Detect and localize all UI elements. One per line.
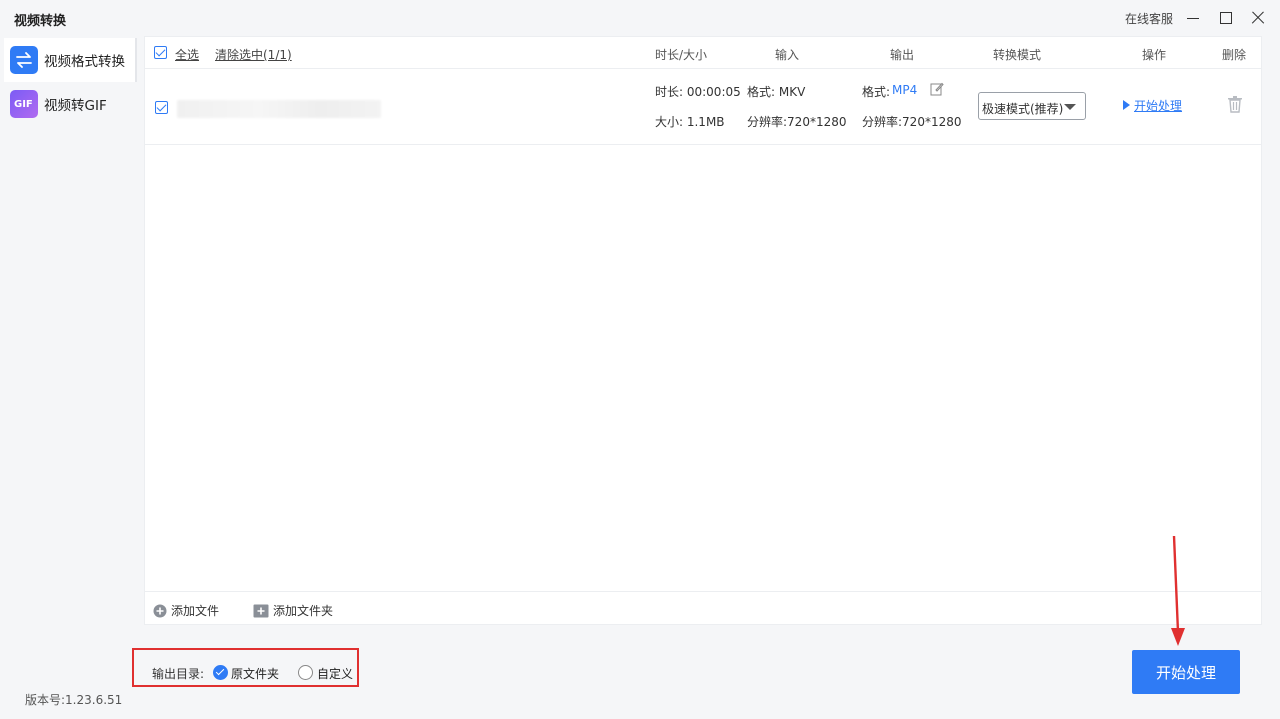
output-format-label: 格式: — [862, 85, 891, 99]
output-resolution: 分辨率:720*1280 — [862, 115, 962, 129]
chevron-down-icon — [1064, 104, 1076, 110]
table-header: 全选 清除选中(1/1) 时长/大小 输入 输出 转换模式 操作 删除 — [145, 37, 1261, 69]
conversion-mode-select[interactable]: 极速模式(推荐) — [978, 92, 1086, 120]
input-resolution: 分辨率:720*1280 — [747, 115, 847, 129]
panel-footer: 添加文件 添加文件夹 — [145, 591, 1261, 624]
maximize-icon[interactable] — [1216, 8, 1236, 28]
col-action: 操作 — [1142, 48, 1167, 62]
edit-icon[interactable] — [930, 82, 944, 96]
select-all-checkbox[interactable] — [154, 46, 167, 59]
sidebar-item-video-to-gif[interactable]: GIF 视频转GIF — [4, 82, 137, 126]
radio-custom[interactable] — [298, 665, 313, 680]
table-row: 时长: 00:00:05 大小: 1.1MB 格式: MKV 分辨率:720*1… — [145, 69, 1261, 145]
sidebar-item-label: 视频转GIF — [44, 98, 107, 114]
start-process-link[interactable]: 开始处理 — [1134, 97, 1182, 114]
start-process-button[interactable]: 开始处理 — [1132, 650, 1240, 694]
col-mode: 转换模式 — [993, 48, 1042, 62]
minimize-icon[interactable] — [1184, 8, 1204, 28]
clear-selected-link[interactable]: 清除选中(1/1) — [215, 46, 292, 63]
convert-arrows-icon — [10, 46, 38, 74]
file-checkbox[interactable] — [155, 101, 168, 114]
col-delete: 删除 — [1222, 48, 1247, 62]
file-list-panel: 全选 清除选中(1/1) 时长/大小 输入 输出 转换模式 操作 删除 时长: … — [144, 36, 1262, 625]
radio-original-folder-label[interactable]: 原文件夹 — [231, 665, 279, 682]
col-duration-size: 时长/大小 — [655, 48, 708, 62]
file-name-redacted — [177, 100, 381, 118]
col-output: 输出 — [890, 48, 915, 62]
app-title: 视频转换 — [14, 14, 67, 29]
close-icon[interactable] — [1248, 8, 1268, 28]
sidebar-item-label: 视频格式转换 — [44, 54, 125, 70]
online-service-link[interactable]: 在线客服 — [1125, 10, 1173, 27]
col-input: 输入 — [775, 48, 800, 62]
select-all-link[interactable]: 全选 — [175, 46, 199, 63]
add-file-button[interactable]: 添加文件 — [153, 602, 219, 619]
sidebar-item-video-format-convert[interactable]: 视频格式转换 — [4, 38, 137, 82]
add-file-label: 添加文件 — [171, 604, 220, 618]
title-bar: 视频转换 在线客服 — [0, 0, 1280, 36]
version-text: 版本号:1.23.6.51 — [25, 693, 123, 707]
radio-original-folder[interactable] — [213, 665, 228, 680]
input-format: 格式: MKV — [747, 85, 806, 99]
add-folder-label: 添加文件夹 — [273, 604, 334, 618]
plus-circle-icon — [153, 604, 167, 617]
output-format-value[interactable]: MP4 — [892, 83, 917, 97]
play-icon — [1123, 100, 1130, 110]
conversion-mode-value: 极速模式(推荐) — [982, 102, 1064, 116]
folder-plus-icon — [253, 604, 269, 617]
annotation-arrow-icon — [1171, 536, 1185, 646]
output-directory-group: 输出目录: 原文件夹 自定义 — [132, 648, 359, 687]
radio-custom-label[interactable]: 自定义 — [317, 665, 353, 682]
file-size: 大小: 1.1MB — [655, 115, 725, 129]
file-duration: 时长: 00:00:05 — [655, 85, 741, 99]
gif-icon: GIF — [10, 90, 38, 118]
sidebar: 视频格式转换 GIF 视频转GIF — [0, 36, 138, 719]
trash-icon[interactable] — [1227, 95, 1243, 113]
output-directory-label: 输出目录: — [152, 667, 205, 681]
add-folder-button[interactable]: 添加文件夹 — [253, 602, 333, 619]
